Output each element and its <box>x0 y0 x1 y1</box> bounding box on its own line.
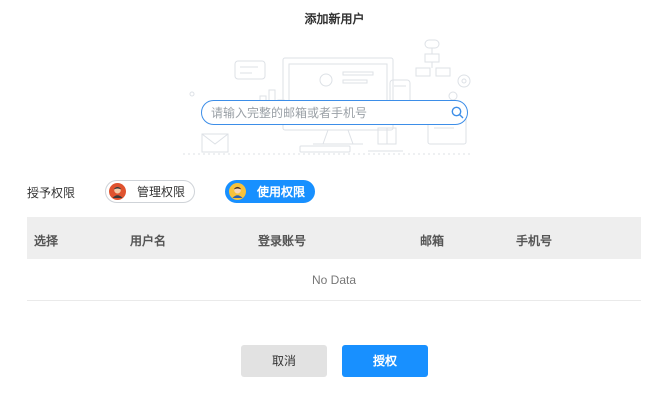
admin-permission-label: 管理权限 <box>137 185 186 199</box>
permission-label: 授予权限 <box>27 186 76 200</box>
column-header-email: 邮箱 <box>420 234 445 248</box>
column-header-phone: 手机号 <box>516 234 553 248</box>
column-header-username: 用户名 <box>130 234 167 248</box>
user-permission-label: 使用权限 <box>257 185 306 199</box>
search-icon[interactable] <box>451 106 464 119</box>
admin-permission-button[interactable]: 管理权限 <box>105 180 195 203</box>
dialog-title: 添加新用户 <box>304 12 365 26</box>
cancel-button[interactable]: 取消 <box>241 345 327 377</box>
column-header-login-account: 登录账号 <box>258 234 307 248</box>
table-header: 选择 用户名 登录账号 邮箱 手机号 <box>27 217 641 259</box>
authorize-button[interactable]: 授权 <box>342 345 428 377</box>
admin-avatar-icon <box>109 183 126 200</box>
column-header-select: 选择 <box>34 234 59 248</box>
user-permission-button[interactable]: 使用权限 <box>225 180 315 203</box>
search-box[interactable] <box>201 100 468 125</box>
empty-table-message: No Data <box>27 259 641 301</box>
search-input[interactable] <box>211 103 441 123</box>
user-avatar-icon <box>229 183 246 200</box>
